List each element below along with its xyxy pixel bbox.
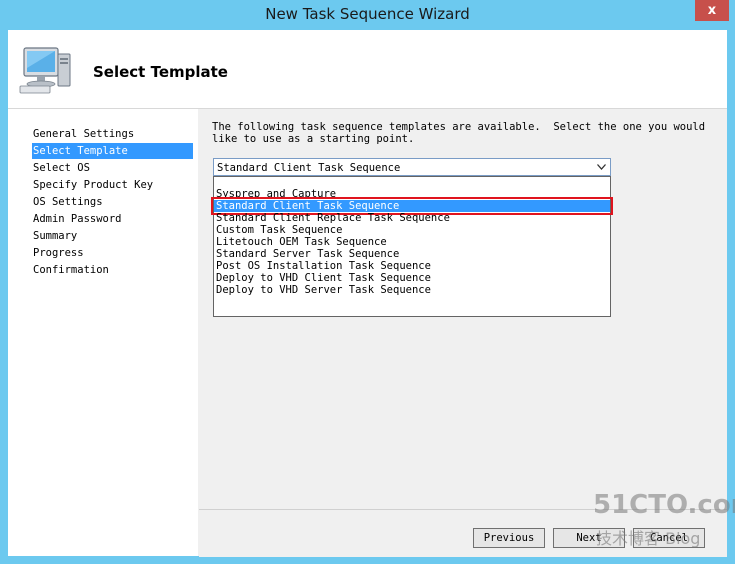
template-option[interactable]: Sysprep and Capture [214,188,610,200]
chevron-down-icon[interactable] [594,161,608,173]
template-option[interactable]: Deploy to VHD Server Task Sequence [214,284,610,296]
close-button[interactable]: x [695,0,729,21]
nav-item-select-os[interactable]: Select OS [32,160,193,176]
instructions-text: The following task sequence templates ar… [212,121,706,145]
nav-item-admin-password[interactable]: Admin Password [32,211,193,227]
wizard-header: Select Template [8,30,727,109]
template-select[interactable]: Standard Client Task Sequence [213,158,611,176]
template-option[interactable]: Deploy to VHD Client Task Sequence [214,272,610,284]
wizard-client-area: Select Template General Settings Select … [8,30,727,557]
page-title: Select Template [93,63,228,81]
nav-item-select-template[interactable]: Select Template [32,143,193,159]
wizard-content: The following task sequence templates ar… [199,109,727,509]
template-option[interactable]: Post OS Installation Task Sequence [214,260,610,272]
window-title: New Task Sequence Wizard [265,5,470,23]
title-bar[interactable]: New Task Sequence Wizard x [0,0,735,30]
template-dropdown-list: Sysprep and Capture Standard Client Task… [211,176,613,317]
wizard-window: New Task Sequence Wizard x Select Templa… [0,0,735,564]
nav-item-progress[interactable]: Progress [32,245,193,261]
nav-item-specify-product-key[interactable]: Specify Product Key [32,177,193,193]
template-select-value: Standard Client Task Sequence [217,162,401,174]
nav-item-os-settings[interactable]: OS Settings [32,194,193,210]
template-option-selected[interactable]: Standard Client Task Sequence [211,197,613,215]
wizard-step-nav: General Settings Select Template Select … [8,109,198,556]
template-option[interactable]: Standard Server Task Sequence [214,248,610,260]
template-option[interactable]: Standard Client Replace Task Sequence [214,212,610,224]
template-option[interactable]: Litetouch OEM Task Sequence [214,236,610,248]
close-icon: x [707,3,717,18]
nav-item-summary[interactable]: Summary [32,228,193,244]
watermark-caption: 技术博客 Blog [596,529,701,548]
previous-button[interactable]: Previous [473,528,545,548]
computer-icon [19,47,71,94]
watermark-logo: 51CTO.com [593,490,735,520]
template-option[interactable]: Custom Task Sequence [214,224,610,236]
nav-item-confirmation[interactable]: Confirmation [32,262,193,278]
nav-item-general-settings[interactable]: General Settings [32,126,193,142]
